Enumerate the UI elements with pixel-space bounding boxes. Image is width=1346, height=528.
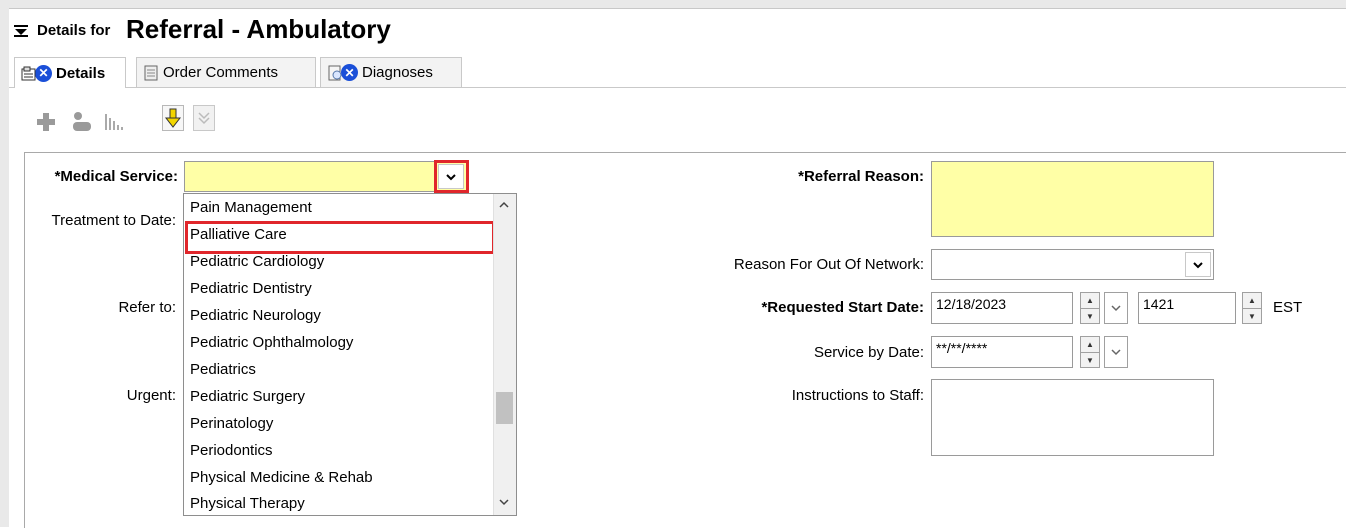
service-by-date-input[interactable]: **/**/**** [931, 336, 1073, 368]
diagnosis-icon [328, 65, 342, 80]
order-title: Referral - Ambulatory [126, 14, 391, 44]
tab-diagnoses-label: Diagnoses [362, 64, 433, 81]
yellow-down-arrow-icon [164, 108, 182, 128]
requested-start-date-input[interactable]: 12/18/2023 [931, 292, 1073, 324]
service-by-date-label: Service by Date: [813, 344, 924, 361]
move-down-button[interactable] [162, 105, 184, 131]
spin-down-icon[interactable]: ▼ [1081, 309, 1099, 324]
spin-up-icon[interactable]: ▲ [1243, 293, 1261, 309]
scroll-down-icon[interactable] [498, 498, 510, 506]
list-item[interactable]: Physical Medicine & Rehab [190, 469, 373, 486]
spin-up-icon[interactable]: ▲ [1081, 337, 1099, 353]
tab-order-comments[interactable]: Order Comments [136, 57, 316, 87]
list-item[interactable]: Pain Management [190, 199, 312, 216]
scrollbar-thumb[interactable] [496, 392, 513, 424]
medical-service-combo[interactable] [184, 161, 468, 192]
tab-order-comments-label: Order Comments [163, 64, 279, 81]
pill-icon[interactable] [70, 110, 94, 134]
instructions-field[interactable] [931, 379, 1214, 456]
chevron-down-icon [1111, 349, 1121, 356]
time-spinner[interactable]: ▲ ▼ [1242, 292, 1262, 324]
requested-start-date-label: *Requested Start Date: [761, 299, 924, 316]
add-icon[interactable] [36, 112, 56, 132]
spin-up-icon[interactable]: ▲ [1081, 293, 1099, 309]
list-item[interactable]: Physical Therapy [190, 495, 305, 512]
list-item[interactable]: Periodontics [190, 442, 273, 459]
highlight-palliative-care [185, 221, 495, 254]
list-item[interactable]: Pediatric Cardiology [190, 253, 324, 270]
chevron-down-icon [1193, 261, 1203, 268]
treatment-to-date-label: Treatment to Date: [51, 212, 177, 229]
list-item[interactable]: Pediatric Ophthalmology [190, 334, 353, 351]
double-chevron-down-icon [198, 112, 210, 125]
tab-details-label: Details [56, 64, 106, 82]
spin-down-icon[interactable]: ▼ [1243, 309, 1261, 324]
referral-reason-field[interactable] [931, 161, 1214, 237]
highlight-dropdown-button [434, 160, 469, 193]
list-item[interactable]: Pediatric Surgery [190, 388, 305, 405]
out-of-network-label: Reason For Out Of Network: [733, 256, 924, 273]
urgent-label: Urgent: [126, 387, 176, 404]
timezone-label: EST [1273, 299, 1303, 316]
list-item[interactable]: Perinatology [190, 415, 273, 432]
scroll-up-icon[interactable] [498, 201, 510, 209]
tab-details[interactable]: ✕ Details [14, 57, 126, 88]
comment-icon [144, 65, 158, 80]
tab-diagnoses[interactable]: ✕ Diagnoses [320, 57, 462, 87]
refer-to-label: Refer to: [118, 299, 176, 316]
list-item[interactable]: Pediatrics [190, 361, 256, 378]
details-for-label: Details for [37, 22, 111, 39]
collapse-icon[interactable] [14, 25, 28, 37]
out-of-network-combo[interactable] [931, 249, 1214, 280]
medical-service-label: *Medical Service: [54, 168, 178, 185]
service-calendar-dropdown-button[interactable] [1104, 336, 1128, 368]
out-of-network-dropdown-button[interactable] [1185, 252, 1211, 277]
instructions-label: Instructions to Staff: [791, 387, 924, 404]
form-icon [21, 66, 36, 81]
dropdown-scrollbar[interactable] [493, 194, 516, 515]
chevron-down-icon [1111, 305, 1121, 312]
calendar-dropdown-button[interactable] [1104, 292, 1128, 324]
list-item[interactable]: Pediatric Dentistry [190, 280, 312, 297]
error-x-icon: ✕ [341, 64, 358, 81]
service-date-spinner[interactable]: ▲ ▼ [1080, 336, 1100, 368]
spin-down-icon[interactable]: ▼ [1081, 353, 1099, 368]
window-top-border [0, 0, 1346, 9]
list-item[interactable]: Pediatric Neurology [190, 307, 321, 324]
window-left-border [0, 8, 9, 527]
referral-reason-label: *Referral Reason: [798, 168, 924, 185]
date-spinner[interactable]: ▲ ▼ [1080, 292, 1100, 324]
requested-start-time-input[interactable]: 1421 [1138, 292, 1236, 324]
move-bottom-button[interactable] [193, 105, 215, 131]
chart-icon[interactable] [104, 112, 126, 132]
error-x-icon: ✕ [35, 64, 52, 82]
